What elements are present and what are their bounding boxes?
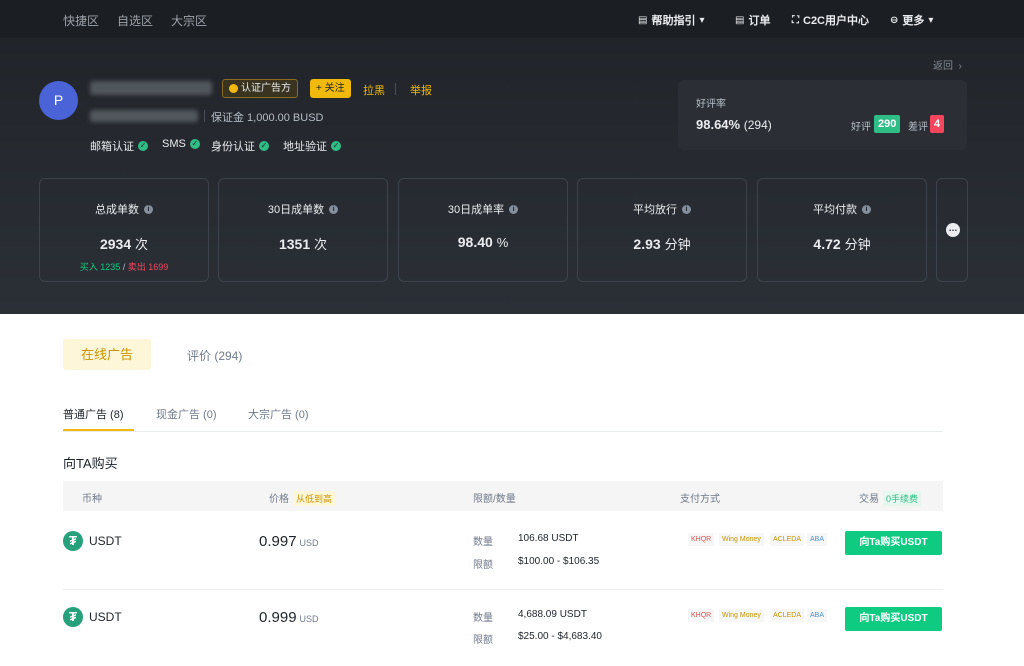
divider — [63, 431, 943, 432]
limit-label: 限额 — [473, 560, 493, 571]
tether-icon: ₮ — [63, 531, 83, 551]
table-header: 币种 价格 从低到高 限额/数量 支付方式 交易 0手续费 — [63, 481, 943, 511]
bad-review-count: 4 — [930, 115, 945, 133]
payment-khqr: KHQR — [688, 533, 715, 546]
check-icon: ✓ — [189, 139, 200, 149]
col-price: 价格 从低到高 — [269, 490, 336, 506]
stat-avg-release-time: 平均放行 i 2.93 分钟 — [577, 178, 747, 282]
payment-aba: ABA — [807, 533, 828, 546]
more-dots-icon: … — [946, 223, 960, 237]
buy-usdt-button[interactable]: 向Ta购买USDT — [845, 607, 942, 631]
qty-label: 数量 — [473, 613, 493, 624]
blurred-username — [90, 81, 212, 95]
chevron-down-icon: ▾ — [699, 14, 705, 26]
nav-help[interactable]: ▤ 帮助指引 ▾ — [638, 12, 704, 28]
help-doc-icon: ▤ — [638, 14, 648, 26]
blurred-user-id — [90, 110, 198, 122]
tether-icon: ₮ — [63, 607, 83, 627]
nav-favorites-zone[interactable]: 自选区 — [117, 12, 153, 29]
stat-avg-pay-time: 平均付款 i 4.72 分钟 — [757, 178, 927, 282]
zero-fee-badge: 0手续费 — [883, 491, 922, 506]
col-coin: 币种 — [82, 494, 102, 505]
payment-wing-money: Wing Money — [719, 609, 764, 622]
info-icon[interactable]: i — [862, 204, 871, 214]
divider — [204, 110, 205, 122]
block-link[interactable]: 拉黑 — [363, 82, 385, 98]
table-row: ₮ USDT 0.997 USD 数量 106.68 USDT 限额 $100.0… — [63, 513, 943, 589]
user-center-icon: ⛶ — [792, 14, 799, 26]
coin-name: USDT — [89, 534, 122, 548]
verified-advertiser-badge: 认证广告方 — [222, 79, 298, 98]
section-title: 向TA购买 — [63, 456, 118, 471]
subtab-normal-ads[interactable]: 普通广告 (8) — [63, 406, 124, 422]
nav-orders[interactable]: ▤ 订单 — [735, 12, 770, 28]
good-review-count: 290 — [874, 115, 901, 133]
more-stats-button[interactable]: … — [936, 178, 968, 282]
stat-total-orders: 总成单数 i 2934 次 买入 1235 / 卖出 1699 — [39, 178, 209, 282]
info-icon[interactable]: i — [329, 204, 339, 214]
subtab-cash-ads[interactable]: 现金广告 (0) — [156, 406, 217, 422]
nav-block-zone[interactable]: 大宗区 — [171, 12, 207, 29]
subtab-block-ads[interactable]: 大宗广告 (0) — [248, 406, 309, 422]
tab-reviews[interactable]: 评价 (294) — [187, 347, 242, 364]
col-payment: 支付方式 — [680, 494, 720, 505]
limit-value: $100.00 - $106.35 — [518, 556, 600, 567]
more-dots-icon: ⊖ — [890, 14, 899, 26]
nav-quick-zone[interactable]: 快捷区 — [63, 12, 99, 29]
back-link[interactable]: 返回 › — [933, 57, 962, 72]
col-limit: 限额/数量 — [473, 494, 516, 505]
qty-value: 106.68 USDT — [518, 533, 579, 544]
ad-price: 0.999 USD — [259, 609, 319, 626]
avatar: P — [39, 81, 78, 120]
rating-label: 好评率 — [696, 99, 726, 110]
qty-value: 4,688.09 USDT — [518, 609, 587, 620]
table-row: ₮ USDT 0.999 USD 数量 4,688.09 USDT 限额 $25.… — [63, 590, 943, 666]
top-nav: 快捷区 自选区 大宗区 ▤ 帮助指引 ▾ ▤ 订单 ⛶ C2C用户中心 ⊖ 更多 ▾ — [0, 0, 1024, 38]
good-review-label: 好评 — [851, 122, 871, 133]
nav-more[interactable]: ⊖ 更多 ▾ — [890, 12, 933, 28]
limit-label: 限额 — [473, 635, 493, 646]
sms-verified: SMS ✓ — [162, 138, 200, 150]
check-icon: ✓ — [138, 141, 148, 151]
chevron-down-icon: ▾ — [928, 14, 934, 26]
limit-value: $25.00 - $4,683.40 — [518, 631, 602, 642]
email-verified: 邮箱认证 ✓ — [90, 141, 148, 153]
rating-card: 好评率 98.64% (294) 好评 290 差评 4 — [678, 80, 967, 150]
payment-wing-money: Wing Money — [719, 533, 764, 546]
orders-icon: ▤ — [735, 14, 745, 26]
buy-usdt-button[interactable]: 向Ta购买USDT — [845, 531, 942, 555]
info-icon[interactable]: i — [509, 204, 519, 214]
tab-online-ads[interactable]: 在线广告 — [63, 339, 151, 370]
divider — [395, 83, 396, 95]
active-tab-indicator — [63, 429, 134, 431]
info-icon[interactable]: i — [144, 204, 153, 214]
payment-acleda: ACLEDA — [770, 609, 805, 622]
report-link[interactable]: 举报 — [410, 82, 432, 98]
id-verified: 身份认证 ✓ — [211, 141, 269, 153]
bad-review-label: 差评 — [908, 122, 928, 133]
address-verified: 地址验证 ✓ — [283, 141, 341, 153]
rating-value: 98.64% (294) — [696, 117, 772, 132]
price-sort-button[interactable]: 从低到高 — [293, 491, 336, 506]
col-trade: 交易 0手续费 — [859, 490, 922, 506]
coin-name: USDT — [89, 610, 122, 624]
nav-c2c-center[interactable]: ⛶ C2C用户中心 — [792, 12, 869, 28]
ad-price: 0.997 USD — [259, 533, 319, 550]
info-icon[interactable]: i — [682, 204, 691, 214]
payment-acleda: ACLEDA — [770, 533, 805, 546]
stat-30d-orders: 30日成单数 i 1351 次 — [218, 178, 388, 282]
check-icon: ✓ — [331, 141, 341, 151]
check-icon: ✓ — [259, 141, 269, 151]
qty-label: 数量 — [473, 537, 493, 548]
follow-button[interactable]: + 关注 — [310, 79, 351, 98]
payment-khqr: KHQR — [688, 609, 715, 622]
badge-icon — [229, 84, 238, 93]
payment-aba: ABA — [807, 609, 828, 622]
security-deposit: 保证金 1,000.00 BUSD — [211, 112, 324, 124]
stat-30d-completion-rate: 30日成单率 i 98.40 % — [398, 178, 568, 282]
